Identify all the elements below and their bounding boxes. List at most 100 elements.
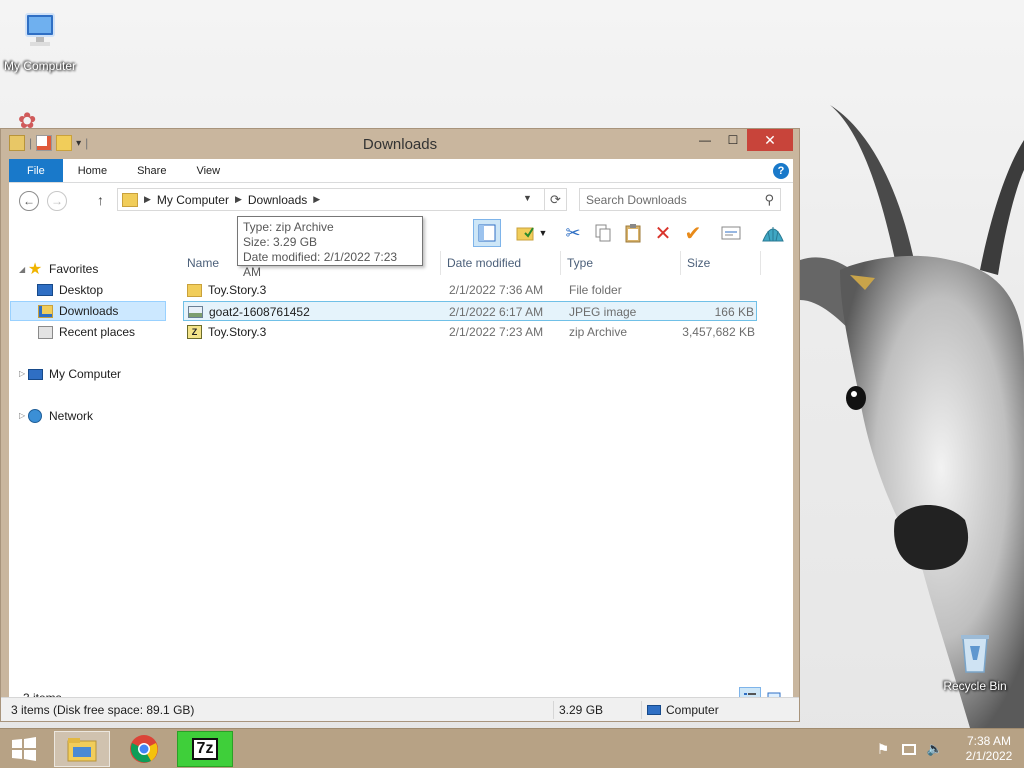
expand-chevron-icon[interactable]: ▷: [19, 411, 25, 420]
breadcrumb-downloads[interactable]: Downloads: [248, 193, 307, 207]
desktop-icon-recycle-bin[interactable]: Recycle Bin: [935, 630, 1015, 693]
volume-muted-icon[interactable]: 🔈: [925, 739, 945, 759]
title-bar[interactable]: | ▾ | Downloads — ☐ ✕: [1, 129, 799, 159]
tab-home[interactable]: Home: [63, 159, 122, 182]
file-type: File folder: [569, 283, 622, 297]
desktop-icon-label: My Computer: [3, 59, 77, 73]
tooltip-size: Size: 3.29 GB: [243, 235, 318, 249]
network-icon: [27, 408, 43, 424]
taskbar-chrome[interactable]: [116, 731, 172, 767]
file-date: 2/1/2022 7:36 AM: [449, 283, 544, 297]
sidebar-item-downloads[interactable]: Downloads: [10, 301, 166, 321]
sidebar-item-favorites[interactable]: ★ Favorites: [27, 259, 99, 279]
file-date: 2/1/2022 6:17 AM: [449, 305, 544, 319]
image-file-icon: [188, 304, 204, 320]
computer-icon: [25, 13, 55, 46]
taskbar-file-explorer[interactable]: [54, 731, 110, 767]
taskbar-7zip[interactable]: 7z: [177, 731, 233, 767]
properties-button[interactable]: [717, 219, 745, 247]
table-row[interactable]: Toy.Story.3 2/1/2022 7:36 AM File folder: [183, 280, 757, 300]
tooltip-date: Date modified: 2/1/2022 7:23 AM: [243, 250, 398, 279]
navigation-pane: ◢ ★ Favorites Desktop Downloads Recent p…: [9, 251, 174, 675]
divider: [641, 701, 642, 719]
shell-button[interactable]: [759, 219, 787, 247]
status-bar: 3 items (Disk free space: 89.1 GB) 3.29 …: [1, 697, 799, 721]
forward-button[interactable]: →: [47, 191, 67, 211]
rename-button[interactable]: ✔: [679, 219, 707, 247]
table-row[interactable]: goat2-1608761452 2/1/2022 6:17 AM JPEG i…: [183, 301, 757, 321]
scissors-icon: ✂: [565, 222, 581, 243]
expand-chevron-icon[interactable]: ▷: [19, 369, 25, 378]
tab-view[interactable]: View: [181, 159, 235, 182]
sidebar-item-my-computer[interactable]: My Computer: [27, 364, 121, 384]
breadcrumb-separator-icon[interactable]: ▶: [313, 194, 320, 205]
windows-logo-icon: [12, 737, 36, 761]
file-explorer-icon: [67, 738, 97, 762]
back-button[interactable]: ←: [19, 191, 39, 211]
shell-icon: [762, 227, 784, 242]
desktop-icon: [37, 282, 53, 298]
move-to-button[interactable]: [511, 219, 539, 247]
tooltip-type: Type: zip Archive: [243, 220, 334, 234]
address-bar[interactable]: ▶ My Computer ▶ Downloads ▶: [117, 188, 545, 211]
column-header-date-modified[interactable]: Date modified: [443, 251, 561, 275]
table-row[interactable]: Z Toy.Story.3 2/1/2022 7:23 AM zip Archi…: [183, 322, 757, 342]
column-header-size[interactable]: Size: [683, 251, 761, 275]
close-button[interactable]: ✕: [747, 129, 793, 151]
minimize-button[interactable]: —: [691, 129, 719, 151]
status-location-label: Computer: [666, 703, 719, 717]
folder-check-icon: [516, 227, 534, 241]
column-header-type[interactable]: Type: [563, 251, 681, 275]
copy-button[interactable]: [589, 219, 617, 247]
sidebar-item-label: Downloads: [59, 304, 119, 318]
breadcrumb-separator-icon[interactable]: ▶: [235, 194, 242, 205]
breadcrumb-my-computer[interactable]: My Computer: [157, 193, 229, 207]
system-clock[interactable]: 7:38 AM 2/1/2022: [954, 734, 1024, 764]
sidebar-item-recent-places[interactable]: Recent places: [37, 322, 135, 342]
preview-pane-button[interactable]: [473, 219, 501, 247]
paste-button[interactable]: [619, 219, 647, 247]
clipboard-icon: [625, 224, 641, 243]
clock-time: 7:38 AM: [966, 734, 1012, 748]
file-type: JPEG image: [569, 305, 637, 319]
refresh-button[interactable]: ⟳: [545, 188, 567, 211]
search-icon[interactable]: ⚲: [764, 192, 774, 208]
help-icon[interactable]: ?: [773, 163, 789, 179]
file-size: 3,457,682 KB: [682, 325, 755, 339]
search-box: ⚲: [579, 188, 781, 211]
desktop-icon-label: Recycle Bin: [943, 679, 1007, 693]
chevron-down-icon[interactable]: ▼: [536, 219, 550, 247]
folder-icon: [187, 282, 203, 298]
network-status-icon[interactable]: [899, 739, 919, 759]
sidebar-item-desktop[interactable]: Desktop: [37, 280, 103, 300]
checkmark-icon: ✔: [684, 222, 702, 245]
sidebar-item-label: Desktop: [59, 283, 104, 297]
folder-icon: [122, 192, 138, 207]
desktop-icon-my-computer[interactable]: My Computer: [0, 10, 80, 73]
search-input[interactable]: [580, 189, 755, 210]
tab-share[interactable]: Share: [122, 159, 181, 182]
status-location: Computer: [647, 698, 719, 722]
file-name: Toy.Story.3: [208, 283, 267, 297]
collapse-chevron-icon[interactable]: ◢: [19, 265, 25, 274]
tab-file[interactable]: File: [9, 159, 63, 182]
maximize-button[interactable]: ☐: [719, 129, 747, 151]
zip-archive-icon: Z: [187, 324, 203, 340]
recycle-bin-icon: [961, 635, 989, 673]
sidebar-item-label: My Computer: [49, 367, 122, 381]
cut-button[interactable]: ✂: [559, 219, 587, 247]
start-button[interactable]: [0, 731, 48, 767]
layout-icon: [478, 224, 496, 242]
chrome-icon: [130, 735, 158, 763]
delete-button[interactable]: ✕: [649, 219, 677, 247]
up-button[interactable]: ↑: [97, 192, 104, 208]
system-tray: ⚑ 🔈 7:38 AM 2/1/2022: [870, 729, 1024, 768]
sidebar-item-network[interactable]: Network: [27, 406, 93, 426]
file-name-cell: Toy.Story.3: [187, 280, 266, 300]
address-history-chevron-icon[interactable]: ▼: [523, 193, 532, 203]
breadcrumb-separator-icon[interactable]: ▶: [144, 194, 151, 205]
file-list: ▲ Name Date modified Type Size Toy.Story…: [183, 245, 787, 675]
action-center-flag-icon[interactable]: ⚑: [873, 739, 893, 759]
sidebar-item-label: Favorites: [49, 262, 99, 276]
7zip-icon: 7z: [191, 738, 219, 760]
